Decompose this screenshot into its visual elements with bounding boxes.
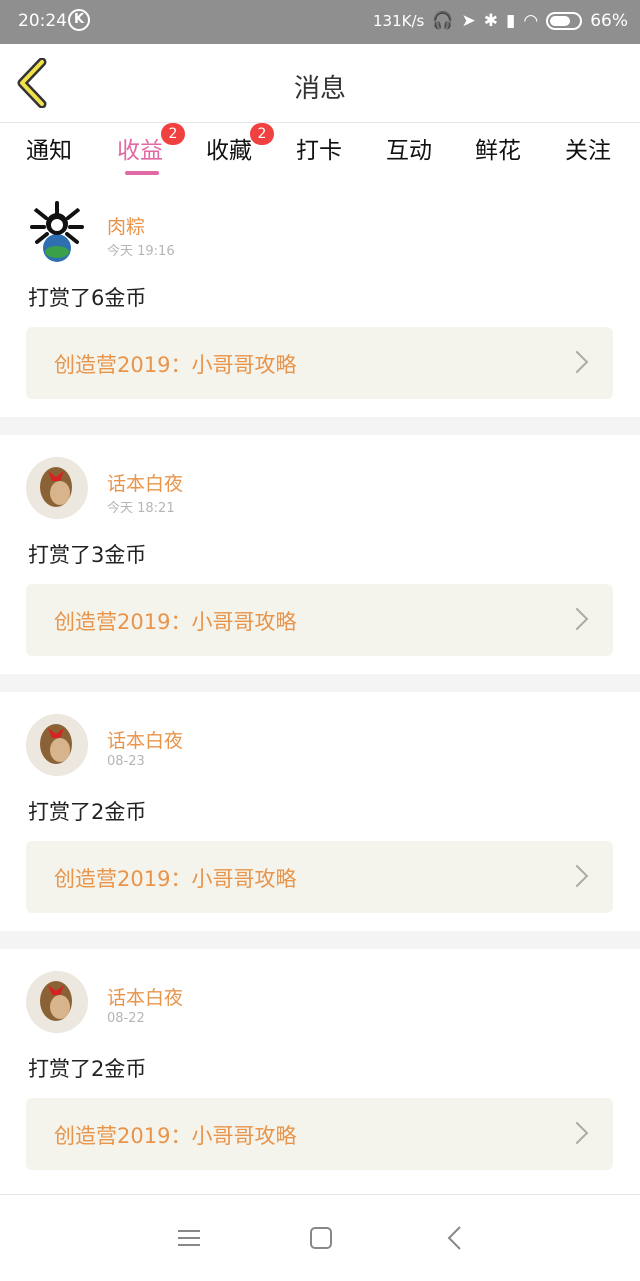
status-time: 20:24 — [18, 11, 67, 31]
tab-label: 通知 — [26, 138, 72, 164]
article-title: 创造营2019：小哥哥攻略 — [54, 1124, 297, 1148]
unread-badge: 2 — [161, 123, 185, 145]
signal-icon: ▮ — [506, 11, 516, 31]
avatar[interactable] — [26, 714, 88, 776]
headphones-icon: 🎧 — [432, 11, 454, 31]
article-link[interactable]: 创造营2019：小哥哥攻略 — [26, 584, 613, 656]
tab-checkin[interactable]: 打卡 — [296, 131, 342, 165]
network-speed: 131K/s — [372, 12, 425, 30]
tab-notice[interactable]: 通知 — [26, 131, 72, 165]
tab-earnings[interactable]: 收益 2 — [117, 123, 185, 175]
back-icon — [447, 1226, 461, 1250]
tab-flowers[interactable]: 鲜花 — [475, 131, 521, 165]
message-card: 肉粽 今天 19:16 打赏了6金币 创造营2019：小哥哥攻略 — [0, 178, 640, 417]
article-title: 创造营2019：小哥哥攻略 — [54, 353, 297, 377]
tab-favorites[interactable]: 收藏 2 — [206, 123, 274, 165]
battery-icon — [546, 12, 583, 30]
chevron-right-icon — [565, 607, 589, 631]
user-name[interactable]: 话本白夜 — [107, 469, 183, 496]
message-time: 08-22 — [107, 1011, 145, 1026]
tab-label: 收藏 — [206, 138, 252, 164]
active-tab-underline — [125, 171, 159, 175]
avatar[interactable] — [26, 971, 88, 1033]
battery-percent: 66% — [590, 11, 628, 31]
message-time: 今天 18:21 — [107, 501, 175, 516]
article-title: 创造营2019：小哥哥攻略 — [54, 867, 297, 891]
avatar-image — [26, 714, 88, 776]
article-link[interactable]: 创造营2019：小哥哥攻略 — [26, 841, 613, 913]
article-link[interactable]: 创造营2019：小哥哥攻略 — [26, 327, 613, 399]
tab-follow[interactable]: 关注 — [565, 131, 611, 165]
message-text: 打赏了2金币 — [28, 1057, 147, 1081]
user-name[interactable]: 话本白夜 — [107, 983, 183, 1010]
tab-label: 收益 — [117, 138, 163, 164]
tab-interaction[interactable]: 互动 — [386, 131, 432, 165]
k-app-icon: K — [68, 9, 90, 31]
top-bar: 消息 — [0, 44, 640, 123]
message-text: 打赏了2金币 — [28, 800, 147, 824]
avatar[interactable] — [26, 200, 88, 262]
system-nav-bar — [0, 1194, 640, 1281]
message-card: 话本白夜 08-23 打赏了2金币 创造营2019：小哥哥攻略 — [0, 692, 640, 931]
status-bar: 20:24 K 131K/s 🎧 ➤ ✱ ▮ ◠ 66% — [0, 0, 640, 44]
tab-bar: 通知 收益 2 收藏 2 打卡 互动 鲜花 关注 — [0, 123, 640, 175]
home-square-icon — [310, 1227, 332, 1249]
page-title: 消息 — [293, 74, 346, 104]
menu-button[interactable] — [174, 1223, 204, 1253]
avatar[interactable] — [26, 457, 88, 519]
chevron-right-icon — [565, 1121, 589, 1145]
avatar-image — [30, 201, 84, 262]
message-text: 打赏了3金币 — [28, 543, 147, 567]
bluetooth-icon: ✱ — [483, 11, 498, 31]
home-button[interactable] — [306, 1223, 336, 1253]
message-card: 话本白夜 今天 18:21 打赏了3金币 创造营2019：小哥哥攻略 — [0, 435, 640, 674]
divider — [0, 417, 640, 435]
message-list: 肉粽 今天 19:16 打赏了6金币 创造营2019：小哥哥攻略 话本白夜 今天… — [0, 178, 640, 1188]
message-card: 话本白夜 08-22 打赏了2金币 创造营2019：小哥哥攻略 — [0, 949, 640, 1188]
user-name[interactable]: 话本白夜 — [107, 726, 183, 753]
avatar-image — [26, 457, 88, 519]
wifi-icon: ◠ — [523, 11, 539, 31]
menu-icon — [178, 1230, 200, 1246]
tab-label: 鲜花 — [475, 138, 521, 164]
unread-badge: 2 — [250, 123, 274, 145]
message-text: 打赏了6金币 — [28, 286, 147, 310]
back-nav-button[interactable] — [440, 1223, 470, 1253]
article-title: 创造营2019：小哥哥攻略 — [54, 610, 297, 634]
location-icon: ➤ — [461, 11, 476, 31]
divider — [0, 674, 640, 692]
tab-label: 关注 — [565, 138, 611, 164]
chevron-right-icon — [565, 864, 589, 888]
tab-label: 打卡 — [296, 138, 342, 164]
message-time: 今天 19:16 — [107, 244, 175, 259]
article-link[interactable]: 创造营2019：小哥哥攻略 — [26, 1098, 613, 1170]
tab-label: 互动 — [386, 138, 432, 164]
avatar-image — [26, 971, 88, 1033]
status-right: 131K/s 🎧 ➤ ✱ ▮ ◠ 66% — [373, 11, 628, 31]
user-name[interactable]: 肉粽 — [107, 212, 145, 239]
chevron-right-icon — [565, 350, 589, 374]
divider — [0, 931, 640, 949]
message-time: 08-23 — [107, 754, 145, 769]
